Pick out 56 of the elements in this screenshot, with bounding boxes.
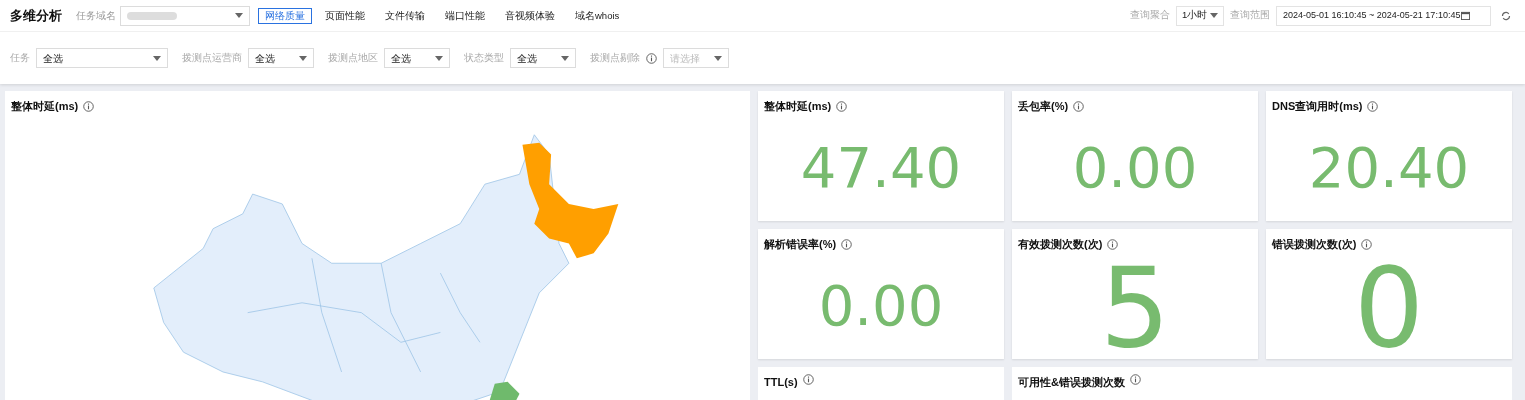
info-icon	[1129, 374, 1141, 385]
caret-icon	[1210, 13, 1218, 18]
tab[interactable]: 端口性能	[438, 7, 492, 24]
card-title: 丢包率(%)	[1018, 99, 1069, 114]
info-icon	[836, 100, 848, 112]
caret-icon	[561, 55, 569, 61]
info-icon	[83, 100, 95, 112]
metric-value: 47.40	[800, 139, 962, 196]
filter-label: 拨测点地区	[328, 50, 378, 65]
card-title: 解析错误率(%)	[764, 237, 837, 252]
caret-icon	[435, 55, 443, 61]
page-title: 多维分析	[10, 6, 62, 25]
card-title: 可用性&错误拨测次数	[1018, 375, 1125, 390]
card-title: TTL(s)	[764, 375, 798, 390]
info-icon	[841, 238, 853, 250]
select-field[interactable]: 全选	[248, 48, 314, 68]
card-title: 整体时延(ms)	[764, 99, 832, 114]
calendar-icon	[1461, 11, 1471, 20]
caret-icon	[235, 13, 243, 18]
select-field[interactable]: 全选	[510, 48, 576, 68]
card-title: 有效拨测次数(次)	[1018, 237, 1103, 252]
info-icon	[1361, 238, 1373, 250]
info-icon	[1367, 100, 1379, 112]
field-label: 任务域名	[76, 9, 116, 23]
metric-value: 0.00	[1072, 139, 1198, 196]
metric-value: 0.00	[818, 277, 944, 334]
card-title: 错误拨测次数(次)	[1272, 237, 1357, 252]
caret-icon	[714, 55, 722, 61]
tab[interactable]: 网络质量	[258, 7, 312, 24]
caret-icon	[299, 55, 307, 61]
select-field[interactable]: 全选	[384, 48, 450, 68]
filter-label: 任务	[10, 50, 30, 65]
metric-value: 20.40	[1308, 139, 1470, 196]
date-range-field[interactable]: 2024-05-01 16:10:45 ~ 2024-05-21 17:10:45	[1276, 5, 1491, 26]
tab[interactable]: 域名whois	[568, 7, 627, 24]
filter-label: 拨测点运营商	[182, 50, 242, 65]
info-icon	[646, 52, 657, 64]
refresh-icon[interactable]	[1501, 10, 1511, 21]
blurred-text-block	[127, 11, 177, 20]
filter-label: 状态类型	[464, 50, 504, 65]
info-icon	[802, 374, 814, 385]
card-title: DNS查询用时(ms)	[1272, 99, 1363, 114]
field-label: 查询范围	[1230, 8, 1270, 23]
field-label: 查询聚合	[1130, 8, 1170, 23]
caret-icon	[153, 55, 161, 61]
filter-label: 拨测点剔除	[590, 50, 640, 65]
aggregate-select[interactable]: 1小时	[1176, 5, 1224, 26]
info-icon	[1073, 100, 1085, 112]
tab[interactable]: 文件传输	[378, 7, 432, 24]
tab[interactable]: 页面性能	[318, 7, 372, 24]
select-field[interactable]: 全选	[36, 48, 168, 68]
info-icon	[1107, 238, 1119, 250]
card-title: 整体时延(ms)	[11, 99, 79, 114]
metric-value: 5	[1100, 252, 1170, 363]
tab[interactable]: 音视频体验	[498, 7, 562, 24]
metric-value: 0	[1354, 252, 1424, 363]
